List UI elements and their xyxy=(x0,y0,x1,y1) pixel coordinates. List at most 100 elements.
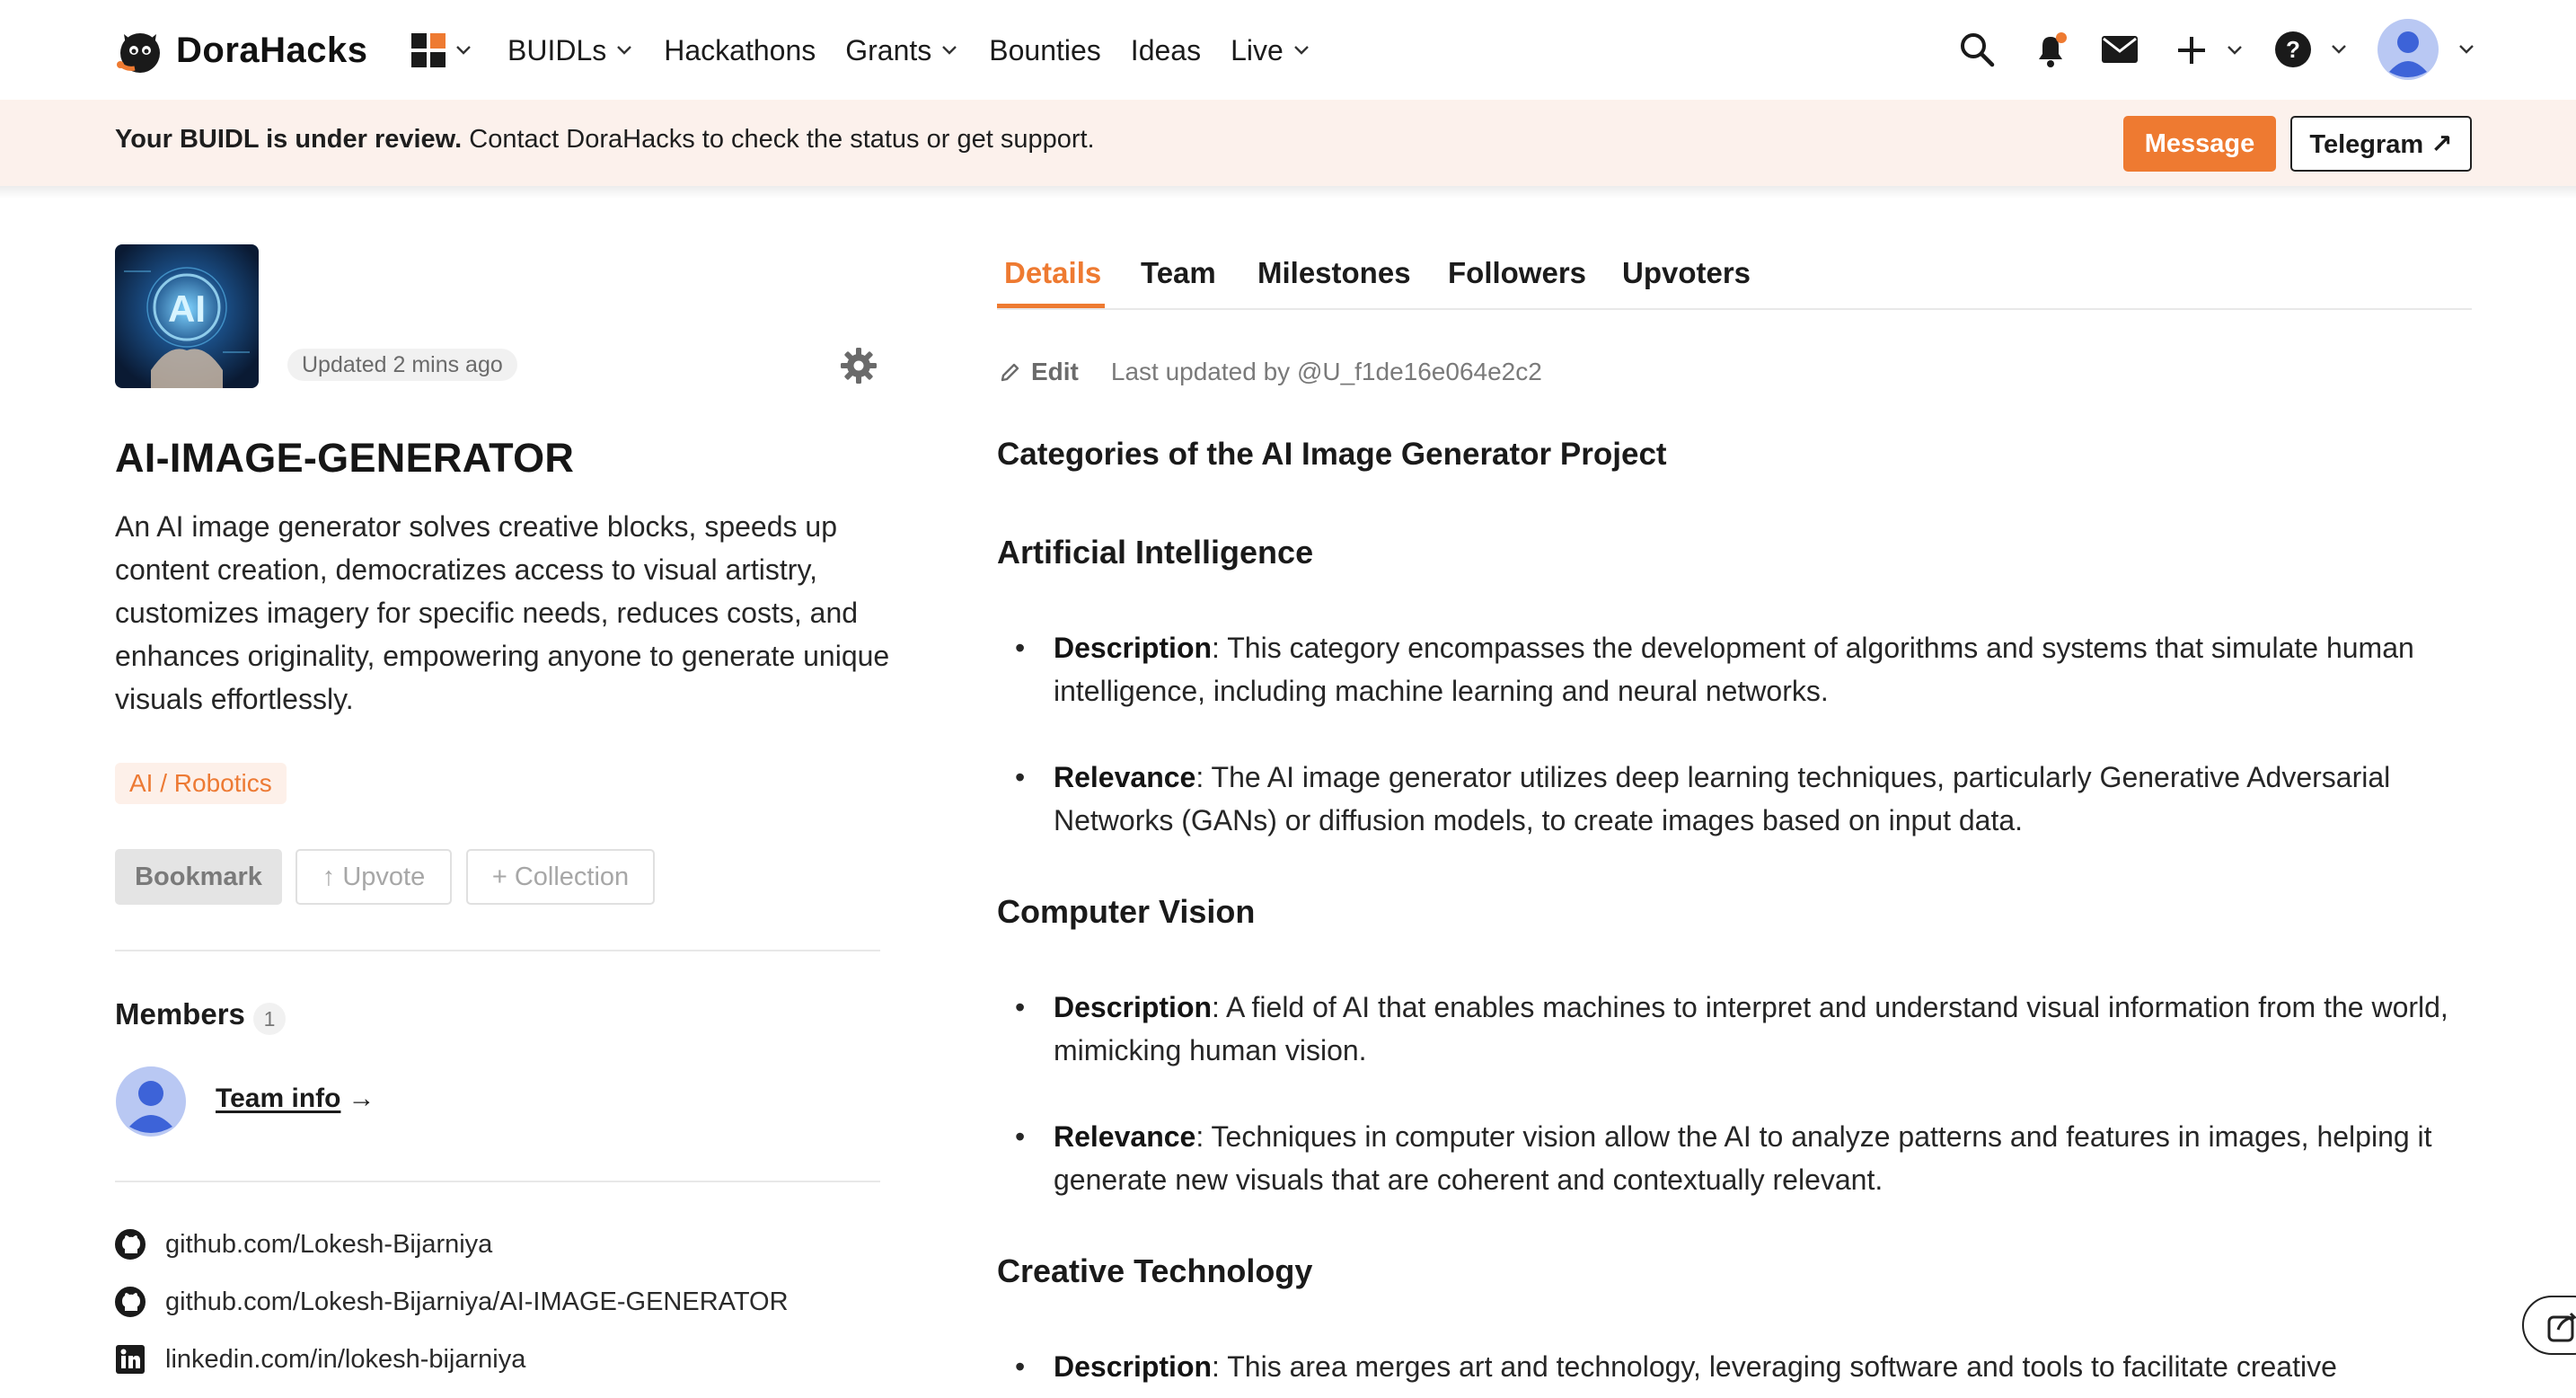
banner-message: Your BUIDL is under review. Contact Dora… xyxy=(115,125,1095,155)
bullet-dot: • xyxy=(1015,632,1026,664)
divider xyxy=(115,950,880,951)
github-icon xyxy=(115,1287,146,1317)
apps-menu[interactable] xyxy=(411,33,473,67)
nav-live[interactable]: Live xyxy=(1231,34,1311,67)
chevron-down-icon xyxy=(1293,46,1309,55)
member-avatar[interactable] xyxy=(115,1066,187,1137)
nav-hackathons[interactable]: Hackathons xyxy=(664,34,816,67)
last-updated-text: Last updated by @U_f1de16e064e2c2 xyxy=(1110,358,1542,385)
gear-icon[interactable] xyxy=(839,346,878,385)
dorahacks-logo-icon xyxy=(117,33,160,73)
telegram-button[interactable]: Telegram ↗ xyxy=(2290,116,2472,172)
tab-team[interactable]: Team xyxy=(1141,256,1216,308)
nav-buidls[interactable]: BUIDLs xyxy=(507,34,634,67)
nav-grants[interactable]: Grants xyxy=(845,34,959,67)
team-info-link[interactable]: Team info → xyxy=(216,1084,375,1114)
bullet-key: Description xyxy=(1054,1350,1213,1383)
tab-upvoters[interactable]: Upvoters xyxy=(1622,256,1751,308)
chevron-down-icon xyxy=(2228,46,2242,55)
bullet-dot: • xyxy=(1015,991,1026,1023)
chevron-down-icon xyxy=(2459,45,2474,54)
create-menu[interactable] xyxy=(2175,32,2242,68)
edit-button[interactable]: Edit xyxy=(999,358,1079,386)
nav-label: Grants xyxy=(845,33,932,66)
link-text: github.com/Lokesh-Bijarniya/AI-IMAGE-GEN… xyxy=(165,1287,789,1316)
github-icon xyxy=(115,1229,146,1260)
members-heading: Members xyxy=(115,997,245,1031)
divider xyxy=(115,1181,880,1182)
mail-icon[interactable] xyxy=(2100,31,2139,68)
list-item: • Description: This category encompasses… xyxy=(997,626,2470,712)
user-menu[interactable] xyxy=(2377,18,2475,83)
project-thumbnail: AI xyxy=(115,244,259,388)
list-item: • Relevance: Techniques in computer visi… xyxy=(997,1115,2470,1201)
bullet-text: : A field of AI that enables machines to… xyxy=(1054,991,2448,1066)
share-icon xyxy=(2547,1312,2576,1342)
svg-text:?: ? xyxy=(2286,36,2300,63)
edit-row: Edit Last updated by @U_f1de16e064e2c2 xyxy=(999,354,1542,390)
tab-details[interactable]: Details xyxy=(1004,256,1101,308)
section-title: Artificial Intelligence xyxy=(997,534,1314,571)
bullet-dot: • xyxy=(1015,761,1026,793)
chevron-down-icon xyxy=(942,46,957,55)
nav-label: Bounties xyxy=(989,33,1101,66)
add-collection-button[interactable]: + Collection xyxy=(466,849,655,905)
tab-milestones[interactable]: Milestones xyxy=(1257,256,1411,308)
tab-followers[interactable]: Followers xyxy=(1448,256,1586,308)
linkedin-icon xyxy=(116,1345,145,1374)
avatar xyxy=(2378,19,2439,80)
category-tag[interactable]: AI / Robotics xyxy=(115,763,287,804)
section-title: Creative Technology xyxy=(997,1252,1313,1289)
banner-bold-text: Your BUIDL is under review. xyxy=(115,125,463,154)
help-icon: ? xyxy=(2275,31,2311,67)
bullet-text: : The AI image generator utilizes deep l… xyxy=(1054,761,2391,836)
nav-ideas[interactable]: Ideas xyxy=(1131,34,1201,67)
apps-grid-icon xyxy=(411,33,446,67)
active-tab-indicator xyxy=(997,304,1105,308)
bullet-key: Relevance xyxy=(1054,1120,1196,1153)
project-description: An AI image generator solves creative bl… xyxy=(115,510,890,715)
svg-text:AI: AI xyxy=(168,288,206,330)
brand-logo-link[interactable]: DoraHacks xyxy=(113,22,368,79)
pencil-icon xyxy=(1001,363,1019,382)
linkedin-link[interactable]: linkedin.com/in/lokesh-bijarniya xyxy=(115,1341,525,1377)
bullet-dot: • xyxy=(1015,1350,1026,1383)
link-text: github.com/Lokesh-Bijarniya xyxy=(165,1229,493,1259)
bullet-text: : This area merges art and technology, l… xyxy=(1212,1350,2337,1383)
chevron-down-icon xyxy=(2332,45,2346,54)
help-menu[interactable]: ? xyxy=(2274,31,2346,70)
bullet-key: Relevance xyxy=(1054,761,1196,793)
nav-label: Hackathons xyxy=(664,33,816,66)
share-floating-button[interactable] xyxy=(2522,1296,2576,1355)
chevron-down-icon xyxy=(456,46,471,55)
list-item: • Description: A field of AI that enable… xyxy=(997,986,2470,1072)
message-button[interactable]: Message xyxy=(2123,116,2276,172)
bell-icon[interactable] xyxy=(2032,31,2069,70)
upvote-button[interactable]: ↑ Upvote xyxy=(296,849,452,905)
members-count-badge: 1 xyxy=(253,1003,286,1035)
arrow-right-icon: → xyxy=(348,1084,375,1113)
github-repo-link[interactable]: github.com/Lokesh-Bijarniya/AI-IMAGE-GEN… xyxy=(115,1284,789,1320)
nav-label: Live xyxy=(1231,33,1284,66)
nav-bounties[interactable]: Bounties xyxy=(989,34,1101,67)
bullet-key: Description xyxy=(1054,632,1213,664)
bullet-key: Description xyxy=(1054,991,1213,1023)
details-heading: Categories of the AI Image Generator Pro… xyxy=(997,437,1667,472)
edit-label: Edit xyxy=(1031,358,1079,385)
section-title: Computer Vision xyxy=(997,893,1256,930)
github-profile-link[interactable]: github.com/Lokesh-Bijarniya xyxy=(115,1226,492,1262)
list-item: • Description: This area merges art and … xyxy=(997,1345,2470,1388)
bullet-dot: • xyxy=(1015,1120,1026,1153)
search-icon[interactable] xyxy=(1958,31,1996,68)
bookmark-button[interactable]: Bookmark xyxy=(115,849,282,905)
bullet-text: : This category encompasses the developm… xyxy=(1054,632,2414,707)
chevron-down-icon xyxy=(617,46,632,55)
team-info-label: Team info xyxy=(216,1084,341,1113)
updated-badge: Updated 2 mins ago xyxy=(287,349,517,381)
main-nav: BUIDLs Hackathons Grants Bounties Ideas … xyxy=(411,27,1341,74)
link-text: linkedin.com/in/lokesh-bijarniya xyxy=(165,1344,526,1374)
brand-name: DoraHacks xyxy=(176,30,368,70)
project-title: AI-IMAGE-GENERATOR xyxy=(115,435,575,481)
banner-body-text: Contact DoraHacks to check the status or… xyxy=(462,125,1095,154)
nav-label: Ideas xyxy=(1130,33,1202,66)
